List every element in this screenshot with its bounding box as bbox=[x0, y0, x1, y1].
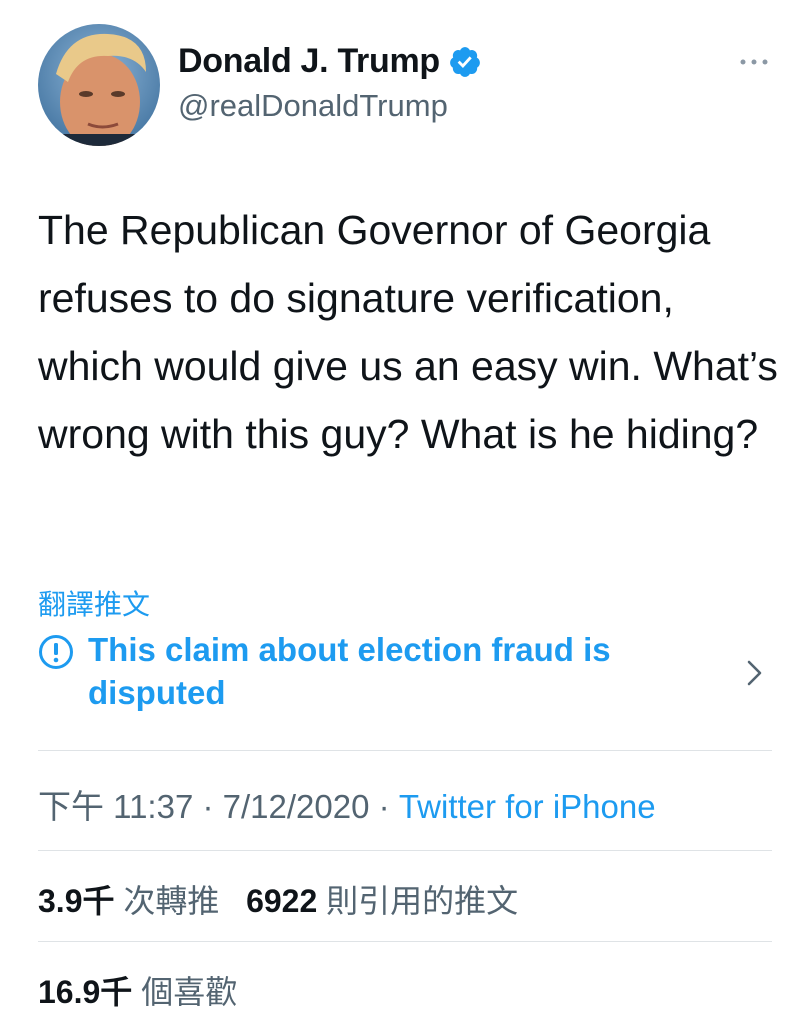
tweet-source[interactable]: Twitter for iPhone bbox=[399, 788, 656, 825]
meta-separator: · bbox=[202, 788, 214, 825]
tweet-date[interactable]: 7/12/2020 bbox=[223, 788, 370, 825]
retweets-count: 3.9千 bbox=[38, 883, 115, 919]
retweets-label: 次轉推 bbox=[123, 883, 220, 919]
quotes-label: 則引用的推文 bbox=[326, 883, 519, 919]
quotes-stat[interactable]: 6922 則引用的推文 bbox=[246, 883, 518, 919]
meta-separator: · bbox=[378, 788, 390, 825]
likes-stat[interactable]: 16.9千 個喜歡 bbox=[38, 967, 237, 1013]
tweet-meta: 下午 11:37 · 7/12/2020 · Twitter for iPhon… bbox=[38, 780, 656, 828]
divider bbox=[38, 750, 772, 751]
divider bbox=[38, 941, 772, 942]
likes-count: 16.9千 bbox=[38, 974, 133, 1010]
author-display-name[interactable]: Donald J. Trump bbox=[178, 42, 440, 81]
author-name-row[interactable]: Donald J. Trump bbox=[178, 42, 482, 81]
author-handle[interactable]: @realDonaldTrump bbox=[178, 88, 448, 124]
info-circle-icon bbox=[38, 634, 74, 670]
retweets-stat[interactable]: 3.9千 次轉推 bbox=[38, 883, 219, 919]
disputed-claim-text[interactable]: This claim about election fraud is dispu… bbox=[88, 628, 708, 714]
verified-badge-icon bbox=[448, 45, 482, 79]
likes-label: 個喜歡 bbox=[141, 974, 238, 1010]
translate-tweet-link[interactable]: 翻譯推文 bbox=[38, 583, 150, 623]
divider bbox=[38, 850, 772, 851]
chevron-right-icon bbox=[744, 658, 766, 688]
avatar[interactable] bbox=[38, 24, 160, 146]
engagement-stats: 3.9千 次轉推 6922 則引用的推文 bbox=[38, 876, 518, 922]
disputed-claim-notice[interactable]: This claim about election fraud is dispu… bbox=[38, 628, 770, 718]
quotes-count: 6922 bbox=[246, 883, 318, 919]
tweet-text: The Republican Governor of Georgia refus… bbox=[38, 207, 778, 457]
tweet-time: 下午 11:37 bbox=[38, 788, 194, 825]
more-options-icon[interactable] bbox=[738, 52, 770, 72]
